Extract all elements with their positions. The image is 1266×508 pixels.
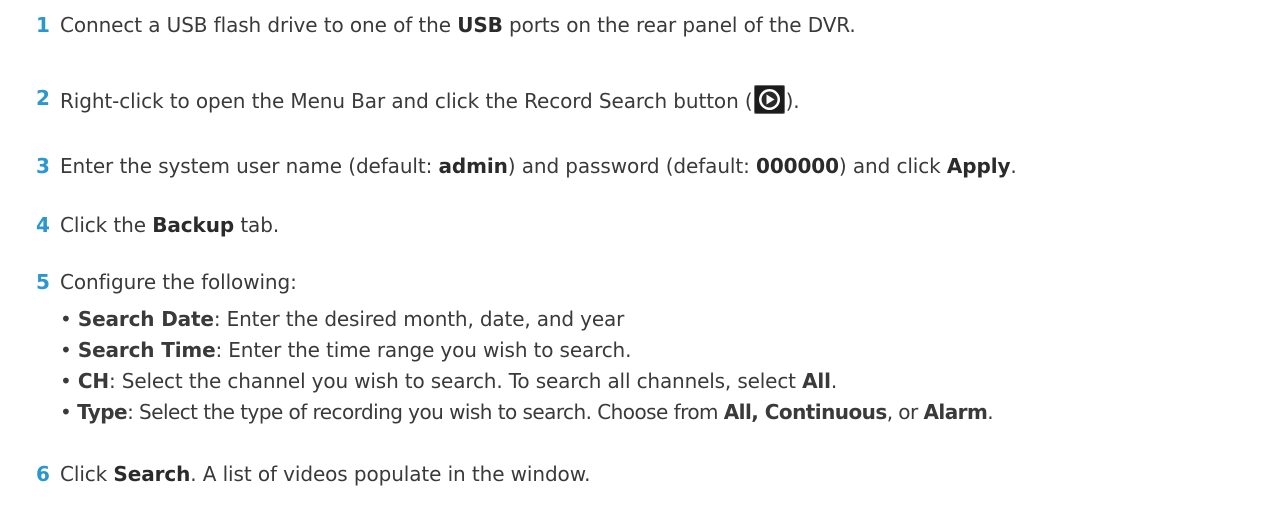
option-search-date: • Search Date: Enter the desired month, …: [60, 307, 625, 331]
step-number: 4: [36, 213, 50, 237]
step-6: 6 Click Search. A list of videos populat…: [0, 461, 590, 487]
step-body: Configure the following: • Search Date: …: [60, 269, 994, 428]
backup-term: Backup: [152, 213, 235, 237]
step-number: 2: [36, 86, 50, 110]
step-number: 6: [36, 462, 50, 486]
option-ch: • CH: Select the channel you wish to sea…: [60, 369, 838, 393]
step-number: 3: [36, 154, 50, 178]
default-username: admin: [438, 154, 508, 178]
usb-term: USB: [457, 13, 503, 37]
step-2: 2 Right-click to open the Menu Bar and c…: [0, 85, 800, 114]
step-text: Connect a USB flash drive to one of the …: [60, 13, 856, 37]
step-4: 4 Click the Backup tab.: [0, 212, 279, 238]
default-password: 000000: [756, 154, 839, 178]
search-term: Search: [113, 462, 191, 486]
step-text: Enter the system user name (default: adm…: [60, 154, 1017, 178]
step-text: Configure the following:: [60, 270, 297, 294]
apply-term: Apply: [946, 154, 1011, 178]
step-text: Click the Backup tab.: [60, 213, 280, 237]
step-5: 5 Configure the following: • Search Date…: [0, 269, 994, 428]
step-1: 1 Connect a USB flash drive to one of th…: [0, 12, 856, 38]
step-text: Click Search. A list of videos populate …: [60, 462, 591, 486]
option-search-time: • Search Time: Enter the time range you …: [60, 338, 632, 362]
option-list: • Search Date: Enter the desired month, …: [60, 304, 994, 428]
step-text: Right-click to open the Menu Bar and cli…: [60, 85, 800, 114]
option-type: • Type: Select the type of recording you…: [60, 400, 994, 424]
step-number: 5: [36, 270, 50, 294]
instruction-list: 1 Connect a USB flash drive to one of th…: [0, 0, 1266, 508]
step-3: 3 Enter the system user name (default: a…: [0, 153, 1017, 179]
step-number: 1: [36, 13, 50, 37]
record-search-play-icon: [753, 85, 785, 114]
